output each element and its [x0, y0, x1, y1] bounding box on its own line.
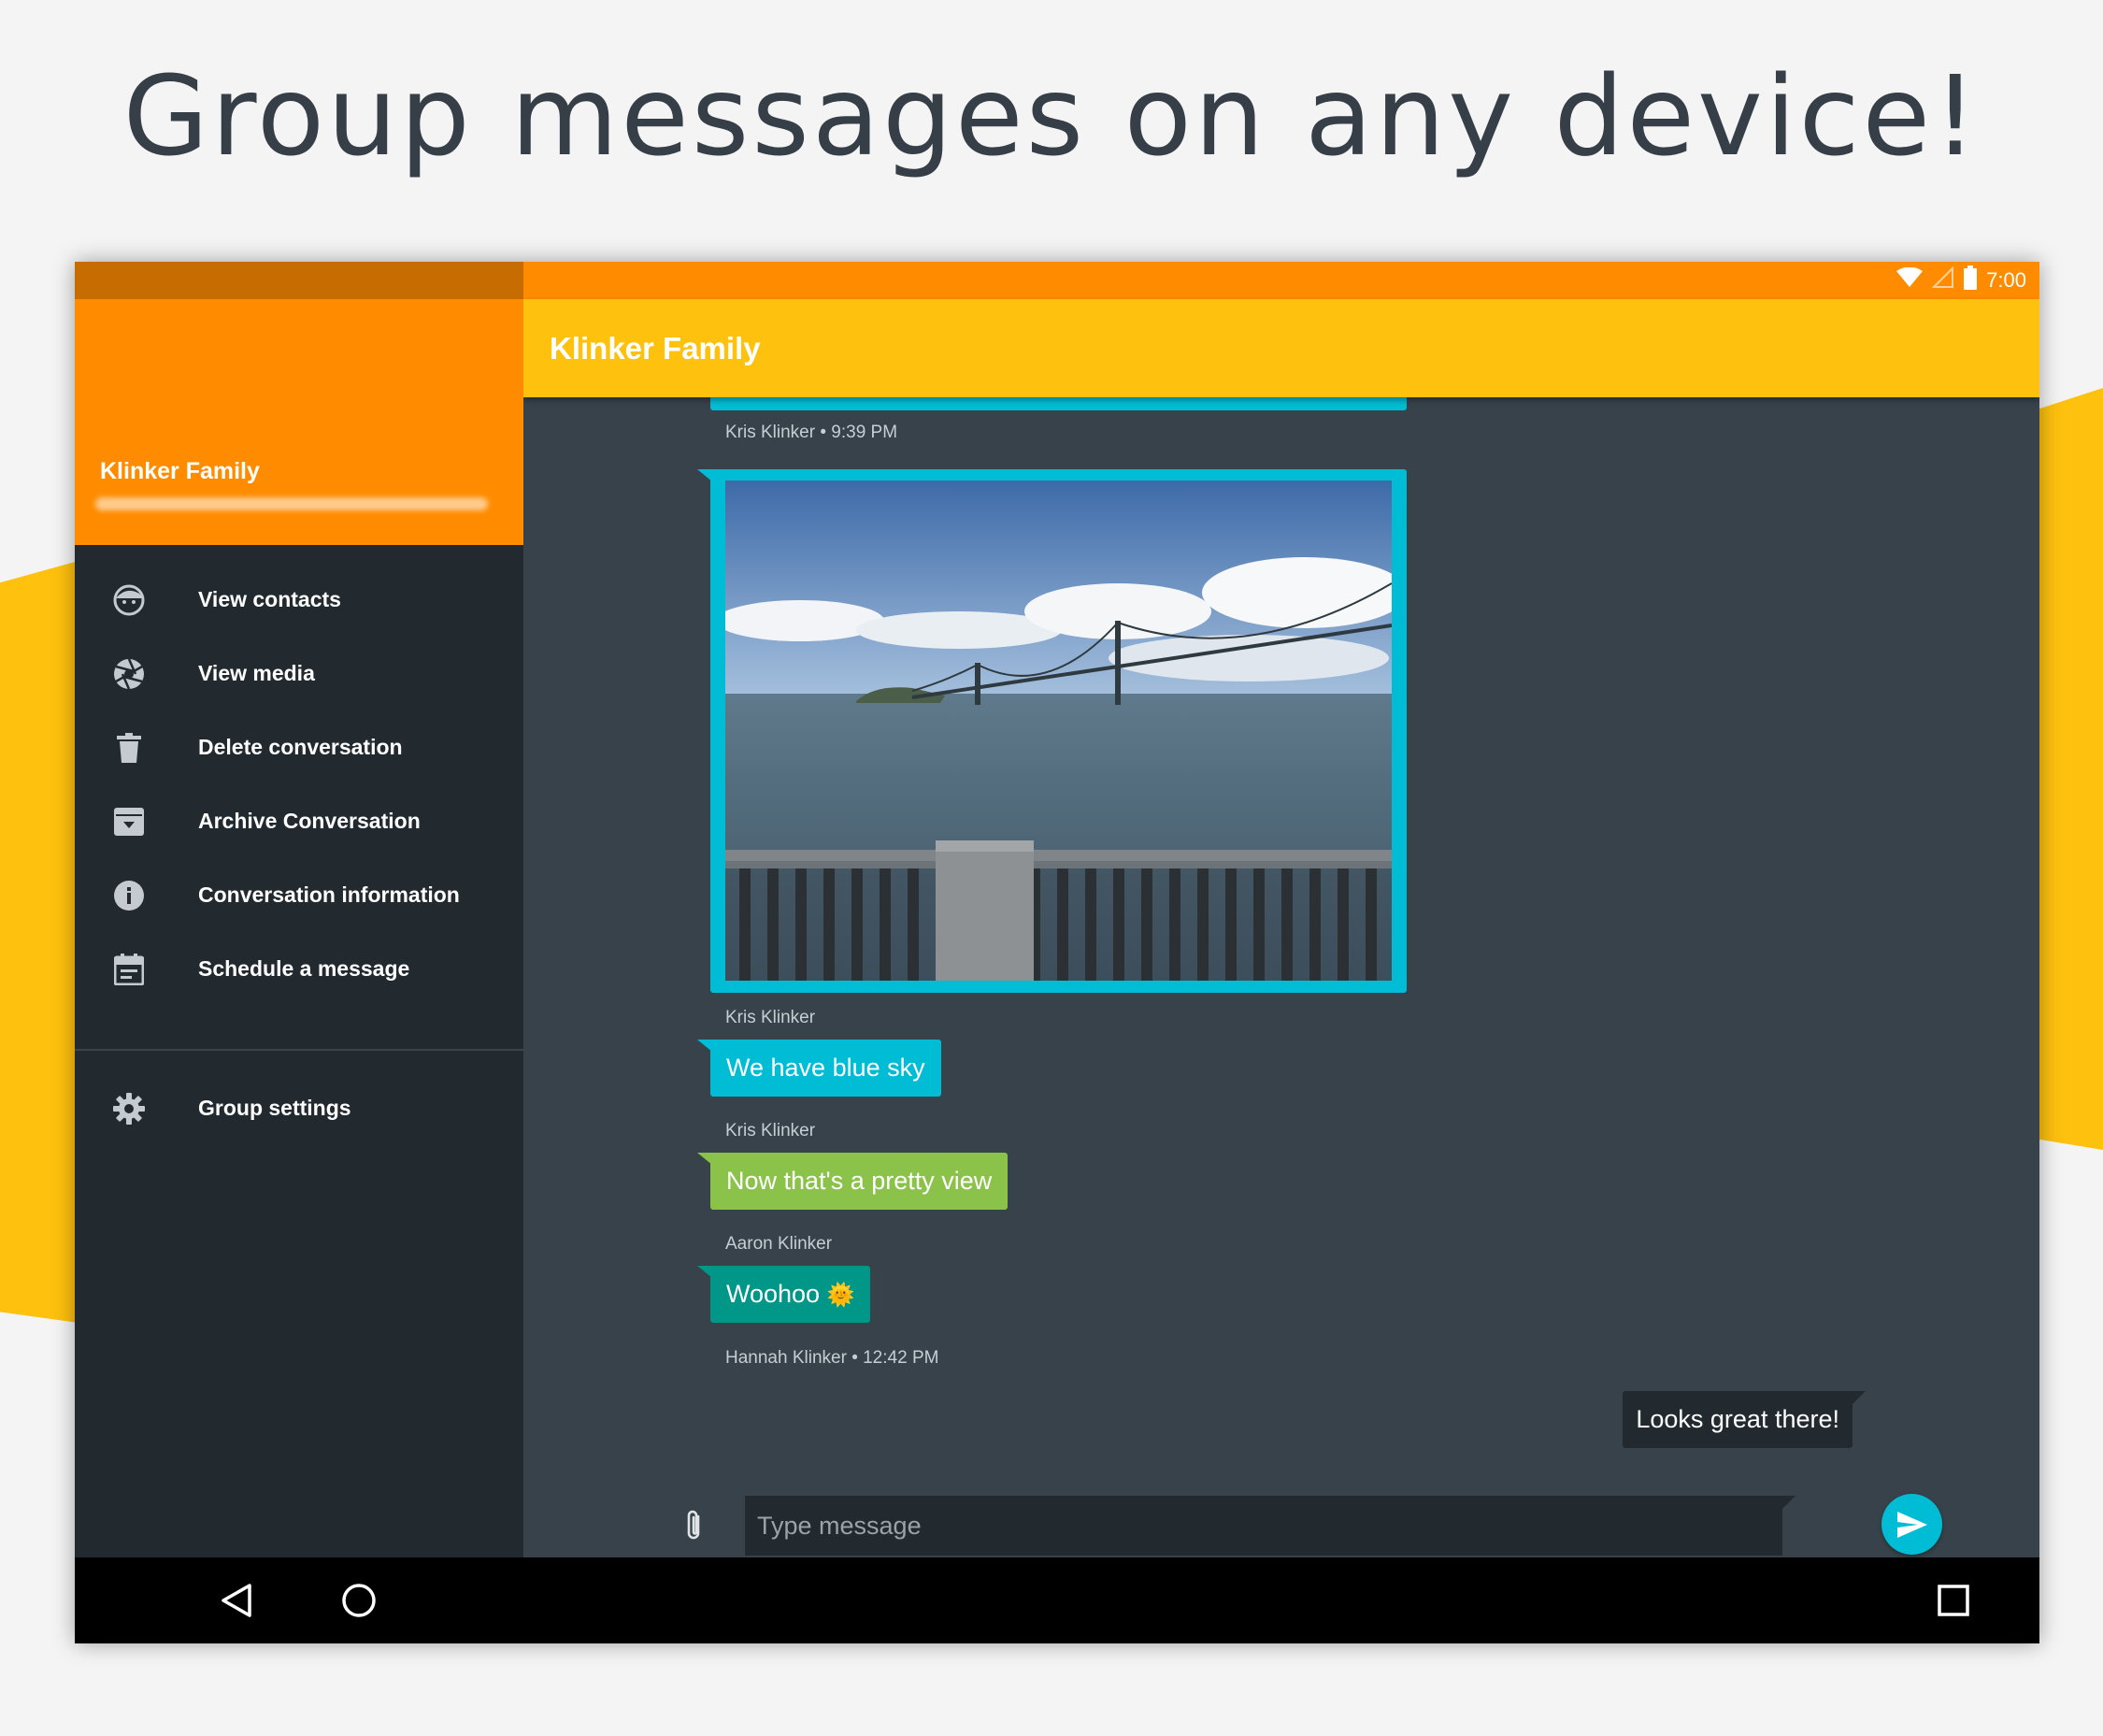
face-icon [112, 583, 146, 617]
message-bubble-partial[interactable] [710, 397, 1407, 410]
drawer-item-view-contacts[interactable]: View contacts [75, 563, 523, 637]
calendar-icon [112, 953, 146, 986]
message-text: Looks great there! [1636, 1405, 1839, 1433]
drawer-item-schedule-a-message[interactable]: Schedule a message [75, 932, 523, 1006]
battery-icon [1964, 265, 1978, 295]
message-bubble[interactable]: Now that's a pretty view [710, 1153, 1009, 1210]
sun-emoji: 🌞 [826, 1283, 855, 1308]
message-meta: Kris Klinker • 9:39 PM [725, 423, 898, 442]
message-input[interactable] [745, 1496, 1782, 1556]
toolbar: Klinker Family [523, 299, 2039, 397]
drawer-title: Klinker Family [100, 458, 260, 484]
recents-icon[interactable] [1911, 1557, 1996, 1643]
navigation-drawer: Klinker Family View contacts View media … [75, 299, 523, 1557]
wifi-icon [1896, 266, 1924, 294]
drawer-item-archive-conversation[interactable]: Archive Conversation [75, 784, 523, 858]
trash-icon [112, 731, 146, 765]
blurred-phone-numbers [95, 497, 488, 510]
message-bubble[interactable]: We have blue sky [710, 1040, 941, 1097]
image-message-bubble[interactable] [710, 469, 1407, 993]
gear-icon [112, 1092, 146, 1126]
info-icon [112, 879, 146, 912]
camera-aperture-icon [112, 657, 146, 691]
back-icon[interactable] [194, 1557, 279, 1643]
drawer-item-delete-conversation[interactable]: Delete conversation [75, 710, 523, 784]
drawer-divider [75, 1049, 523, 1051]
message-meta: Kris Klinker [725, 1121, 816, 1141]
message-list[interactable]: Kris Klinker • 9:39 PM Kris Klinker We h… [523, 397, 2039, 1557]
drawer-item-conversation-information[interactable]: Conversation information [75, 858, 523, 932]
home-icon[interactable] [317, 1557, 401, 1643]
send-button[interactable] [1881, 1494, 1942, 1555]
message-meta: Hannah Klinker • 12:42 PM [725, 1348, 939, 1368]
drawer-header: Klinker Family [75, 299, 523, 545]
archive-icon [112, 805, 146, 839]
system-navigation-bar [75, 1557, 2039, 1643]
send-icon [1896, 1511, 1927, 1538]
drawer-item-view-media[interactable]: View media [75, 637, 523, 710]
composer [523, 1494, 2039, 1557]
outgoing-message-bubble[interactable]: Looks great there! [1623, 1391, 1866, 1448]
message-text: Woohoo [726, 1280, 821, 1308]
headline: Group messages on any device! [122, 51, 1981, 180]
message-meta: Kris Klinker [725, 1008, 816, 1027]
signal-icon [1931, 265, 1954, 294]
drawer-item-group-settings[interactable]: Group settings [75, 1071, 523, 1145]
conversation-title: Klinker Family [550, 331, 761, 366]
message-meta: Aaron Klinker [725, 1234, 833, 1254]
tablet-screen: 7:00 Klinker Family Kris Klinker • 9:39 … [75, 262, 2039, 1643]
status-time: 7:00 [1986, 268, 2026, 292]
attach-icon[interactable] [680, 1507, 708, 1544]
message-bubble[interactable]: Woohoo 🌞 [710, 1266, 871, 1323]
bay-bridge-photo[interactable] [725, 481, 1392, 981]
status-bar: 7:00 [75, 262, 2039, 299]
